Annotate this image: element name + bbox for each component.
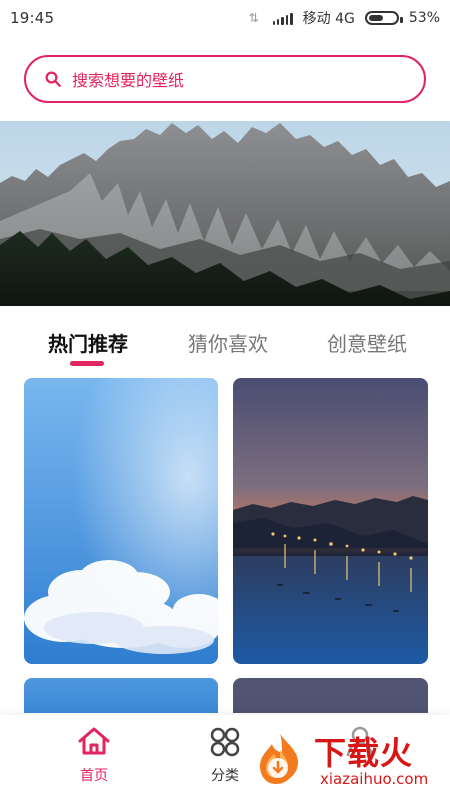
tab-guess-like[interactable]: 猜你喜欢 xyxy=(188,330,268,358)
search-bar[interactable]: 搜索想要的壁纸 xyxy=(24,55,426,103)
wallpaper-card-harbor[interactable] xyxy=(233,378,428,664)
search-icon xyxy=(45,71,61,87)
active-tab-indicator xyxy=(70,361,104,366)
battery-fill xyxy=(368,15,383,21)
wallpaper-card-sky[interactable] xyxy=(24,378,218,664)
tab-creative-wallpaper[interactable]: 创意壁纸 xyxy=(327,330,407,358)
nav-home-label: 首页 xyxy=(80,768,108,784)
battery-icon xyxy=(364,11,403,25)
signal-icon xyxy=(272,11,293,25)
bottom-navigation: 首页 分类 xyxy=(0,715,450,800)
tab-hot-recommend[interactable]: 热门推荐 xyxy=(48,330,128,358)
carrier-label: 移动 4G xyxy=(302,11,355,27)
wallpaper-card-next-left[interactable] xyxy=(24,678,218,713)
status-bar: 19:45 ⇅ 移动 4G 53% xyxy=(0,0,450,36)
mountain-banner-illustration xyxy=(0,121,450,306)
harbor-wallpaper-illustration xyxy=(233,378,428,664)
tab-bar: 热门推荐 猜你喜欢 创意壁纸 xyxy=(0,320,450,366)
nav-home[interactable]: 首页 xyxy=(54,725,134,785)
search-placeholder[interactable]: 搜索想要的壁纸 xyxy=(72,67,184,91)
data-transfer-icon: ⇅ xyxy=(248,11,259,25)
nav-profile[interactable] xyxy=(320,725,400,785)
grid-icon xyxy=(210,727,240,757)
wallpaper-grid xyxy=(24,378,428,713)
home-icon xyxy=(78,727,110,755)
user-icon xyxy=(346,726,374,757)
status-time: 19:45 xyxy=(10,9,55,27)
nav-categories[interactable]: 分类 xyxy=(185,725,265,785)
sky-wallpaper-illustration xyxy=(24,378,218,664)
nav-categories-label: 分类 xyxy=(211,768,239,784)
status-right: ⇅ 移动 4G 53% xyxy=(249,8,440,28)
battery-percent: 53% xyxy=(408,10,440,26)
banner-image[interactable] xyxy=(0,121,450,306)
wallpaper-card-next-right[interactable] xyxy=(233,678,428,713)
